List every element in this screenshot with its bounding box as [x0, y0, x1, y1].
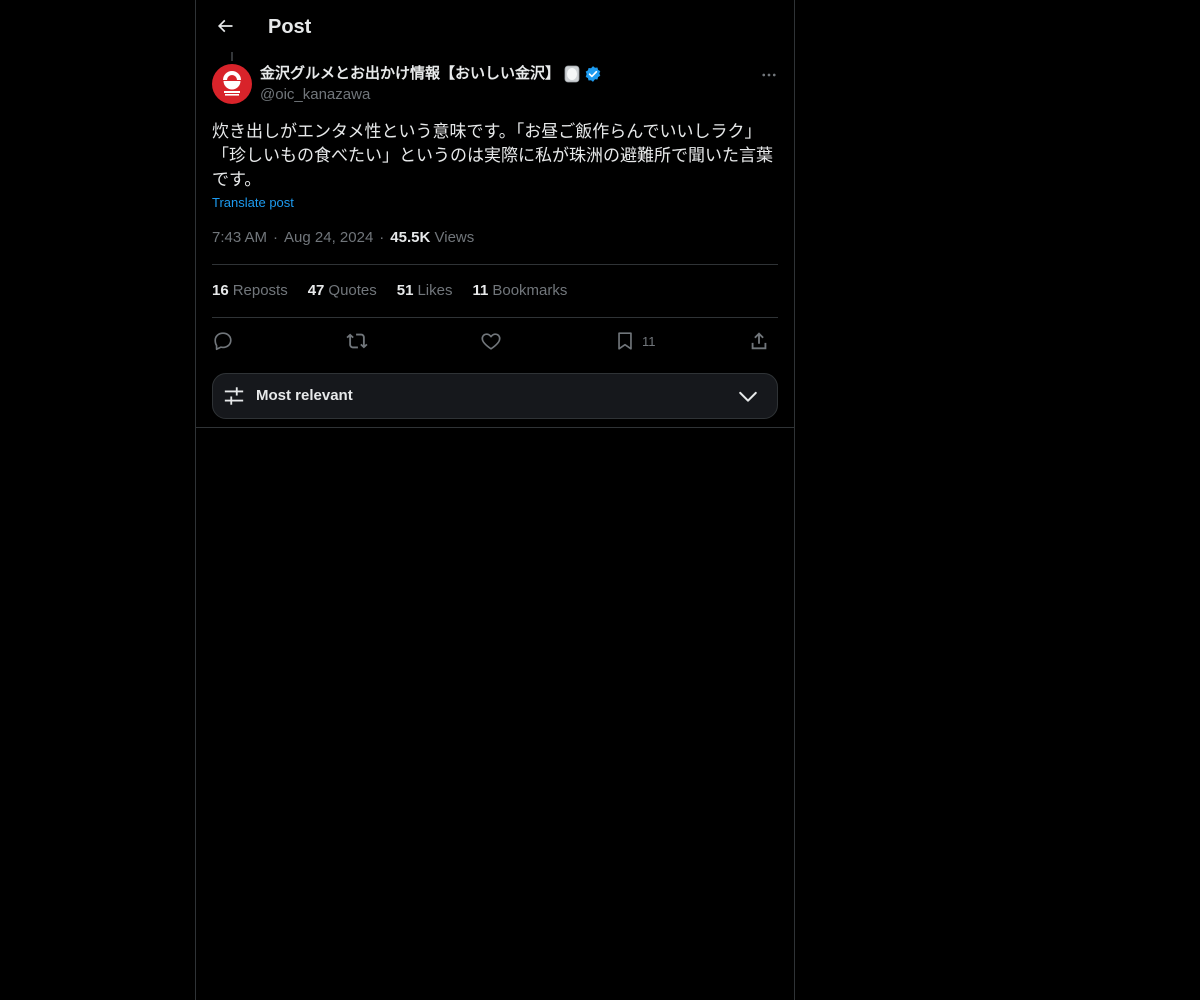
- post-time[interactable]: 7:43 AM: [212, 229, 267, 246]
- repost-button[interactable]: [346, 326, 368, 356]
- post-column: Post 金沢グルメとお出かけ情報【おいしい金沢】 @oic_kanazawa …: [195, 0, 795, 1000]
- repost-icon: [346, 333, 368, 349]
- thread-connector-line: [231, 52, 233, 61]
- like-button[interactable]: [480, 326, 502, 356]
- author-name-text: 金沢グルメとお出かけ情報【おいしい金沢】: [260, 65, 561, 82]
- sort-label: Most relevant: [256, 387, 353, 404]
- avatar[interactable]: [212, 64, 252, 104]
- stat-reposts[interactable]: 16 Reposts: [212, 281, 288, 301]
- chevron-down-icon: [739, 391, 757, 402]
- action-bar: 11: [212, 326, 778, 356]
- header: Post: [196, 0, 794, 53]
- reply-button[interactable]: [212, 326, 234, 356]
- bookmark-count: 11: [642, 333, 656, 349]
- divider: [212, 264, 778, 265]
- verified-badge-icon[interactable]: [584, 65, 602, 83]
- stat-likes[interactable]: 51 Likes: [397, 281, 453, 301]
- page-title: Post: [268, 16, 312, 38]
- more-horizontal-icon: [762, 73, 776, 77]
- more-options-button[interactable]: [756, 64, 782, 86]
- sliders-icon: [224, 387, 244, 405]
- reply-icon: [214, 332, 232, 351]
- views-label: Views: [434, 229, 475, 246]
- avatar-logo-icon: [212, 64, 252, 104]
- divider: [212, 317, 778, 318]
- arrow-left-icon: [217, 19, 233, 33]
- views-count: 45.5K: [390, 229, 431, 246]
- engagement-stats: 16 Reposts 47 Quotes 51 Likes 11 Bookmarks: [212, 281, 567, 301]
- author-handle[interactable]: @oic_kanazawa: [260, 85, 370, 105]
- stat-bookmarks[interactable]: 11 Bookmarks: [473, 281, 568, 301]
- translate-post-link[interactable]: Translate post: [212, 194, 294, 212]
- share-button[interactable]: [748, 326, 770, 356]
- post-metadata: 7:43 AM · Aug 24, 2024 · 45.5K Views: [212, 229, 475, 246]
- stat-quotes[interactable]: 47 Quotes: [308, 281, 377, 301]
- author-name[interactable]: 金沢グルメとお出かけ情報【おいしい金沢】: [260, 64, 602, 84]
- divider: [196, 427, 794, 428]
- back-button[interactable]: [208, 9, 242, 43]
- heart-icon: [481, 333, 501, 350]
- replies-sort-dropdown[interactable]: Most relevant: [212, 373, 778, 419]
- post-text: 炊き出しがエンタメ性という意味です。「お昼ご飯作らんでいいしラク」「珍しいもの食…: [212, 122, 773, 189]
- bookmark-icon: [618, 332, 632, 350]
- share-icon: [751, 332, 767, 350]
- post-date[interactable]: Aug 24, 2024: [284, 229, 373, 246]
- rice-bowl-emoji-icon: [563, 65, 581, 83]
- bookmark-button[interactable]: 11: [614, 326, 656, 356]
